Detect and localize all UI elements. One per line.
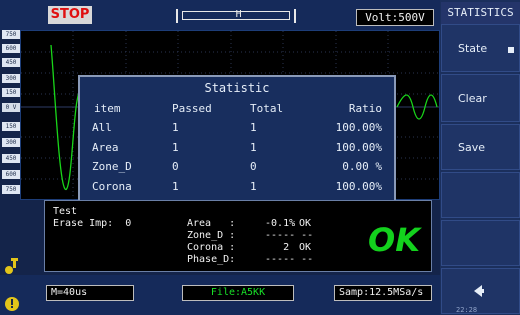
area-label: Area : — [187, 218, 236, 229]
phase-d-label: Phase_D: — [187, 254, 236, 265]
table-row: Zone_D 0 0 0.00 % — [80, 157, 394, 177]
sample-rate-readout: Samp:12.5MSa/s — [334, 285, 432, 301]
scale-label: 300 — [2, 74, 20, 83]
save-button[interactable]: Save — [441, 124, 520, 170]
column-header-item: item — [94, 102, 121, 115]
cell-item: All — [92, 121, 112, 135]
empty-softkey-5[interactable] — [441, 220, 520, 266]
menu-title: STATISTICS — [441, 2, 520, 24]
cell-ratio: 100.00% — [335, 121, 382, 135]
empty-softkey-4[interactable] — [441, 172, 520, 218]
statistic-dialog: Statistic item Passed Total Ratio All 1 … — [78, 75, 396, 218]
scale-label: 450 — [2, 154, 20, 163]
column-header-ratio: Ratio — [348, 102, 382, 115]
table-row: Area 1 1 100.00% — [80, 138, 394, 158]
cell-passed: 1 — [172, 179, 179, 193]
cell-total: 1 — [250, 140, 257, 154]
area-value: -0.1% — [259, 218, 296, 229]
area-status: OK — [299, 218, 312, 229]
horizontal-position-scrollbar[interactable]: H — [176, 9, 296, 23]
cell-total: 0 — [250, 160, 257, 174]
corona-status: OK — [299, 242, 312, 253]
cell-item: Corona — [92, 179, 132, 193]
scale-label: 600 — [2, 170, 20, 179]
clear-button[interactable]: Clear — [441, 74, 520, 122]
voltage-scale: 750 600 450 300 150 0 V 150 300 450 600 … — [0, 30, 20, 198]
clock-readout: 22:28 — [456, 306, 478, 314]
back-button[interactable] — [441, 268, 520, 314]
save-button-label: Save — [458, 141, 486, 154]
oscilloscope-screen: STOP H Volt:500V 750 600 450 300 150 0 V… — [0, 0, 520, 315]
scrollbar-thumb-icon[interactable]: H — [234, 9, 244, 21]
scale-label: 300 — [2, 138, 20, 147]
cell-passed: 1 — [172, 140, 179, 154]
column-header-total: Total — [250, 102, 284, 115]
test-label-fragment: Test — [53, 206, 78, 217]
state-button-label: State — [458, 42, 488, 55]
scale-label: 450 — [2, 58, 20, 67]
cell-total: 1 — [250, 179, 257, 193]
dialog-title: Statistic — [204, 81, 270, 95]
erase-imp-readout: Erase Imp: 0 — [53, 218, 132, 229]
cell-ratio: 0.00 % — [342, 160, 382, 174]
cell-ratio: 100.00% — [335, 179, 382, 193]
overall-result: OK — [368, 221, 420, 259]
cell-total: 1 — [250, 121, 257, 135]
cell-passed: 0 — [172, 160, 179, 174]
column-header-passed: Passed — [172, 102, 212, 115]
cell-item: Zone_D — [92, 160, 132, 174]
scale-label-zero: 0 V — [2, 103, 20, 112]
corona-label: Corona : — [187, 242, 236, 253]
run-state-indicator[interactable]: STOP — [48, 6, 92, 24]
scale-label: 750 — [2, 30, 20, 39]
table-row: All 1 1 100.00% — [80, 118, 394, 138]
zone-d-value: ----- -- — [259, 230, 314, 241]
scale-label: 600 — [2, 44, 20, 53]
timebase-readout: M=40us — [46, 285, 134, 301]
cell-item: Area — [92, 140, 119, 154]
table-header-row: item Passed Total Ratio — [80, 99, 394, 118]
statistic-table: item Passed Total Ratio All 1 1 100.00% … — [80, 99, 394, 216]
warning-icon — [5, 297, 19, 311]
corona-value: 2 — [259, 242, 290, 253]
usb-icon — [5, 258, 18, 274]
cell-passed: 1 — [172, 121, 179, 135]
table-row: Corona 1 1 100.00% — [80, 177, 394, 197]
state-checkbox[interactable] — [508, 47, 514, 53]
phase-d-value: ----- -- — [259, 254, 314, 265]
back-arrow-icon — [474, 285, 484, 297]
voltage-readout: Volt:500V — [356, 9, 434, 26]
cell-ratio: 100.00% — [335, 140, 382, 154]
clear-button-label: Clear — [458, 92, 487, 105]
scale-label: 750 — [2, 185, 20, 194]
state-button[interactable]: State — [441, 24, 520, 72]
zone-d-label: Zone_D : — [187, 230, 236, 241]
scale-label: 150 — [2, 122, 20, 131]
scale-label: 150 — [2, 88, 20, 97]
file-name-readout: File:A5KK — [182, 285, 294, 301]
